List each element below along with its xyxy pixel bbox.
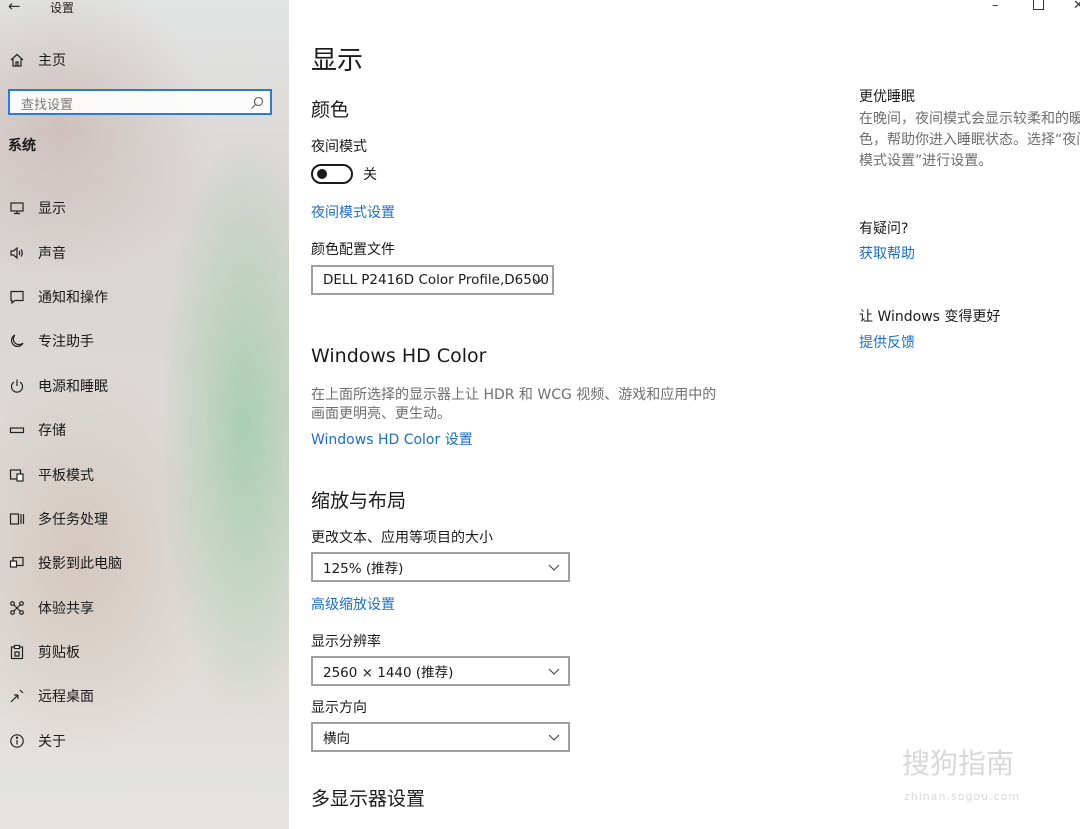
sidebar-item-label: 电源和睡眠 (38, 378, 108, 395)
resolution-dropdown[interactable]: 2560 × 1440 (推荐) (311, 656, 570, 686)
scale-dropdown[interactable]: 125% (推荐) (311, 552, 570, 582)
close-icon[interactable]: ✕ (1073, 0, 1080, 13)
page-title: 显示 (311, 46, 364, 76)
maximize-icon[interactable] (1033, 0, 1044, 14)
search-input[interactable]: 查找设置 (8, 89, 272, 115)
sidebar-item-remote-desktop[interactable]: 远程桌面 (8, 674, 122, 718)
sidebar-item-label: 专注助手 (38, 334, 94, 351)
orientation-dropdown[interactable]: 横向 (311, 722, 570, 752)
multitasking-icon (8, 510, 26, 528)
sidebar-item-label: 平板模式 (38, 467, 94, 484)
night-mode-label: 夜间模式 (311, 139, 367, 155)
toggle-switch (311, 164, 353, 184)
sidebar-item-shared-experiences[interactable]: 体验共享 (8, 586, 122, 630)
sidebar-item-label: 主页 (38, 53, 66, 69)
sidebar-item-notifications[interactable]: 通知和操作 (8, 275, 122, 319)
hdr-heading: Windows HD Color (311, 345, 487, 367)
better-sleep-description: 在晚间，夜间模式会显示较柔和的暖色，帮助你进入睡眠状态。选择“夜间模式设置”进行… (859, 111, 1080, 169)
sidebar-item-home[interactable]: 主页 (8, 48, 66, 72)
color-profile-label: 颜色配置文件 (311, 242, 395, 258)
resolution-value: 2560 × 1440 (推荐) (323, 665, 454, 681)
sidebar-item-focus-assist[interactable]: 专注助手 (8, 319, 122, 363)
sidebar-item-label: 关于 (38, 733, 66, 750)
multi-display-heading: 多显示器设置 (311, 788, 426, 810)
home-icon (8, 51, 26, 69)
chevron-down-icon (548, 561, 560, 577)
sidebar-item-label: 体验共享 (38, 600, 94, 617)
watermark-url: zhinan.sogou.com (904, 790, 1021, 803)
color-profile-value: DELL P2416D Color Profile,D6500 (323, 272, 549, 288)
color-profile-dropdown[interactable]: DELL P2416D Color Profile,D6500 (311, 265, 554, 295)
speaker-icon (8, 244, 26, 262)
watermark-logo: 搜狗指南 (902, 747, 1015, 780)
minimize-icon[interactable]: – (992, 0, 999, 13)
sidebar-item-label: 多任务处理 (38, 511, 108, 528)
share-icon (8, 599, 26, 617)
scale-value: 125% (推荐) (323, 561, 404, 577)
help-heading: 有疑问? (859, 221, 909, 237)
sidebar-item-about[interactable]: 关于 (8, 719, 122, 763)
sidebar-item-tablet-mode[interactable]: 平板模式 (8, 452, 122, 496)
sidebar: ← 设置 主页 查找设置 系统 显示 声音 通知和操作 专注助手 电源和睡眠 存… (0, 0, 289, 829)
get-help-link[interactable]: 获取帮助 (859, 243, 915, 263)
color-heading: 颜色 (311, 99, 350, 121)
hdr-description: 在上面所选择的显示器上让 HDR 和 WCG 视频、游戏和应用中的画面更明亮、更… (311, 387, 717, 422)
tablet-mode-icon (8, 466, 26, 484)
sidebar-item-label: 通知和操作 (38, 289, 108, 306)
scale-layout-heading: 缩放与布局 (311, 490, 407, 512)
night-mode-toggle[interactable]: 关 (311, 164, 377, 184)
watermark: 搜狗指南 zhinan.sogou.com (902, 742, 1062, 812)
search-placeholder: 查找设置 (21, 98, 74, 113)
sidebar-item-label: 剪贴板 (38, 645, 80, 662)
sidebar-item-sound[interactable]: 声音 (8, 230, 122, 274)
sidebar-item-storage[interactable]: 存储 (8, 408, 122, 452)
sidebar-item-label: 投影到此电脑 (38, 556, 122, 573)
clipboard-icon (8, 643, 26, 661)
sidebar-item-display[interactable]: 显示 (8, 186, 122, 230)
orientation-label: 显示方向 (311, 700, 367, 716)
resolution-label: 显示分辨率 (311, 634, 381, 650)
sidebar-item-multitasking[interactable]: 多任务处理 (8, 497, 122, 541)
hdr-settings-link[interactable]: Windows HD Color 设置 (311, 429, 473, 449)
storage-icon (8, 421, 26, 439)
search-icon (250, 95, 264, 114)
sidebar-item-label: 远程桌面 (38, 689, 94, 706)
sidebar-item-label: 存储 (38, 423, 66, 440)
sidebar-item-clipboard[interactable]: 剪贴板 (8, 630, 122, 674)
power-icon (8, 377, 26, 395)
back-arrow-icon[interactable]: ← (8, 0, 21, 15)
feedback-heading: 让 Windows 变得更好 (859, 309, 1001, 325)
night-mode-state: 关 (363, 167, 377, 183)
sidebar-item-label: 声音 (38, 245, 66, 262)
night-mode-settings-link[interactable]: 夜间模式设置 (311, 202, 395, 222)
toggle-knob (317, 169, 327, 179)
sidebar-item-power-sleep[interactable]: 电源和睡眠 (8, 364, 122, 408)
scale-label: 更改文本、应用等项目的大小 (311, 530, 493, 546)
app-title: 设置 (50, 1, 75, 15)
section-label: 系统 (8, 138, 36, 154)
remote-desktop-icon (8, 687, 26, 705)
advanced-scaling-link[interactable]: 高级缩放设置 (311, 594, 395, 614)
monitor-icon (8, 199, 26, 217)
sidebar-item-project[interactable]: 投影到此电脑 (8, 541, 122, 585)
notification-icon (8, 288, 26, 306)
better-sleep-heading: 更优睡眠 (859, 89, 915, 105)
give-feedback-link[interactable]: 提供反馈 (859, 332, 915, 352)
chevron-down-icon (548, 731, 560, 747)
info-icon (8, 732, 26, 750)
project-icon (8, 554, 26, 572)
chevron-down-icon (532, 274, 544, 290)
sidebar-item-label: 显示 (38, 201, 66, 218)
moon-icon (8, 332, 26, 350)
chevron-down-icon (548, 665, 560, 681)
orientation-value: 横向 (323, 731, 350, 747)
sidebar-nav: 显示 声音 通知和操作 专注助手 电源和睡眠 存储 平板模式 多任务处理 投影到… (8, 186, 122, 763)
